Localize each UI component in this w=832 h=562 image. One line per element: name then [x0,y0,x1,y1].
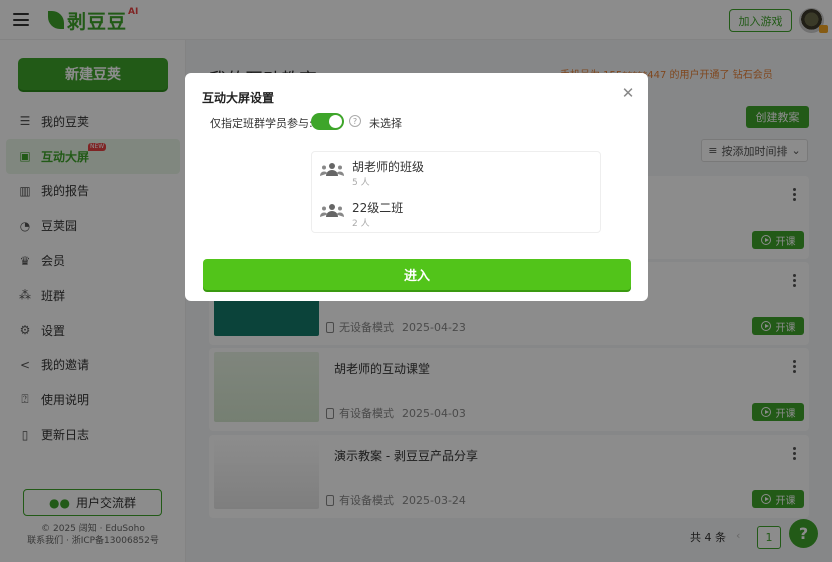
class-option[interactable]: 胡老师的班级 5 人 [312,152,602,192]
enter-button[interactable]: 进入 [203,259,631,290]
group-icon [320,204,344,217]
restrict-members-toggle[interactable] [311,113,344,130]
dialog-title: 互动大屏设置 [202,91,275,105]
group-icon [320,163,344,176]
restrict-members-label: 仅指定班群学员参与: [210,117,313,130]
toggle-knob [329,115,342,128]
class-name: 胡老师的班级 [352,160,425,174]
class-count: 5 人 [352,178,370,188]
close-icon[interactable]: ✕ [621,86,635,101]
class-option[interactable]: 22级二班 2 人 [312,193,602,233]
class-name: 22级二班 [352,201,404,215]
class-count: 2 人 [352,219,370,229]
selection-status: 未选择 [369,117,402,130]
big-screen-settings-dialog: 互动大屏设置 ✕ 仅指定班群学员参与: ? 未选择 胡老师的班级 5 人 22级… [185,73,648,301]
class-list: 胡老师的班级 5 人 22级二班 2 人 [311,151,601,233]
question-icon[interactable]: ? [349,115,361,127]
